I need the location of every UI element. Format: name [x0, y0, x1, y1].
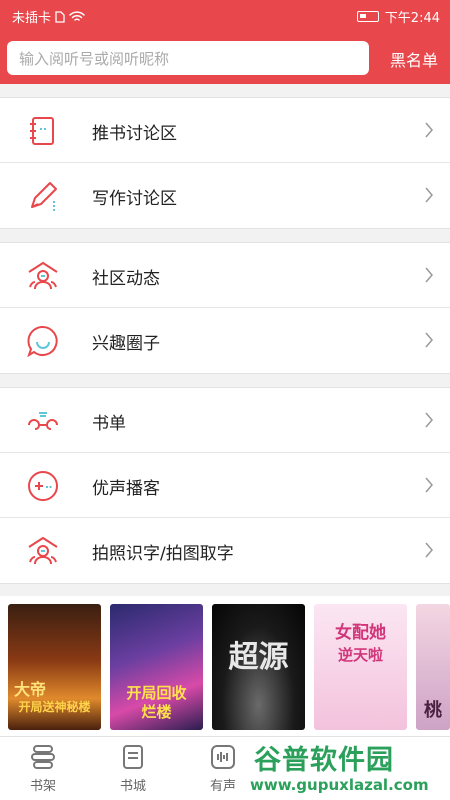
menu-group-discussion: 推书讨论区 写作讨论区: [0, 97, 450, 229]
chevron-right-icon: [425, 412, 433, 428]
notebook-icon: [30, 117, 54, 145]
menu-item-interest-circle[interactable]: 兴趣圈子: [0, 308, 450, 373]
chevron-right-icon: [425, 122, 433, 138]
tab-bookstore[interactable]: 书城: [103, 743, 163, 794]
watermark-title: 谷普软件园: [254, 745, 394, 776]
camera-text-icon: [28, 536, 58, 565]
blacklist-button[interactable]: 黑名单: [390, 47, 438, 71]
book-cover-carousel: 大帝 开局送神秘楼 开局回收 烂楼 超源 女配她 逆天啦 桃: [0, 596, 450, 736]
community-icon: [28, 261, 58, 290]
menu-item-writing[interactable]: 写作讨论区: [0, 163, 450, 228]
menu-item-label: 社区动态: [92, 269, 160, 289]
book-cover[interactable]: 桃: [416, 604, 450, 730]
menu-item-label: 优声播客: [92, 479, 160, 499]
bookstore-icon: [123, 745, 143, 769]
menu-item-label: 推书讨论区: [92, 124, 177, 144]
menu-item-label: 拍照识字/拍图取字: [92, 544, 234, 564]
watermark: 谷普软件园 www.gupuxlazal.com: [244, 738, 450, 800]
menu-item-label: 兴趣圈子: [92, 334, 160, 354]
menu-item-label: 书单: [92, 414, 126, 434]
chevron-right-icon: [425, 477, 433, 493]
search-input[interactable]: 输入阅听号或阅听昵称: [7, 41, 369, 75]
header: 输入阅听号或阅听昵称 黑名单: [0, 32, 450, 84]
menu-item-book-recommend[interactable]: 推书讨论区: [0, 98, 450, 163]
wifi-icon: [69, 10, 85, 21]
chevron-right-icon: [425, 332, 433, 348]
book-cover[interactable]: 大帝 开局送神秘楼: [8, 604, 101, 730]
status-bar: 未插卡 下午2:44: [0, 0, 450, 32]
menu-item-podcast[interactable]: 优声播客: [0, 453, 450, 518]
pencil-icon: [31, 182, 57, 211]
sim-icon: [55, 10, 65, 23]
book-cover[interactable]: 超源: [212, 604, 305, 730]
menu-item-photo-ocr[interactable]: 拍照识字/拍图取字: [0, 518, 450, 583]
booklist-icon: [28, 412, 58, 430]
chat-bubble-icon: [27, 325, 58, 358]
chevron-right-icon: [425, 542, 433, 558]
battery-icon: [356, 11, 379, 22]
chevron-right-icon: [425, 187, 433, 203]
menu-item-community-feed[interactable]: 社区动态: [0, 243, 450, 308]
carrier-label: 未插卡: [12, 11, 52, 26]
menu-group-community: 社区动态 兴趣圈子: [0, 242, 450, 374]
book-cover[interactable]: 开局回收 烂楼: [110, 604, 203, 730]
book-cover[interactable]: 女配她 逆天啦: [314, 604, 407, 730]
menu-item-booklist[interactable]: 书单: [0, 388, 450, 453]
chevron-right-icon: [425, 267, 433, 283]
menu-group-tools: 书单 优声播客 拍照识字/拍图取字: [0, 387, 450, 584]
podcast-icon: [28, 471, 58, 501]
audio-icon: [211, 745, 235, 769]
watermark-url: www.gupuxlazal.com: [250, 776, 429, 794]
clock: 下午2:44: [384, 11, 440, 26]
tab-bookshelf[interactable]: 书架: [13, 743, 73, 794]
menu-item-label: 写作讨论区: [92, 189, 177, 209]
bookshelf-icon: [31, 745, 55, 769]
